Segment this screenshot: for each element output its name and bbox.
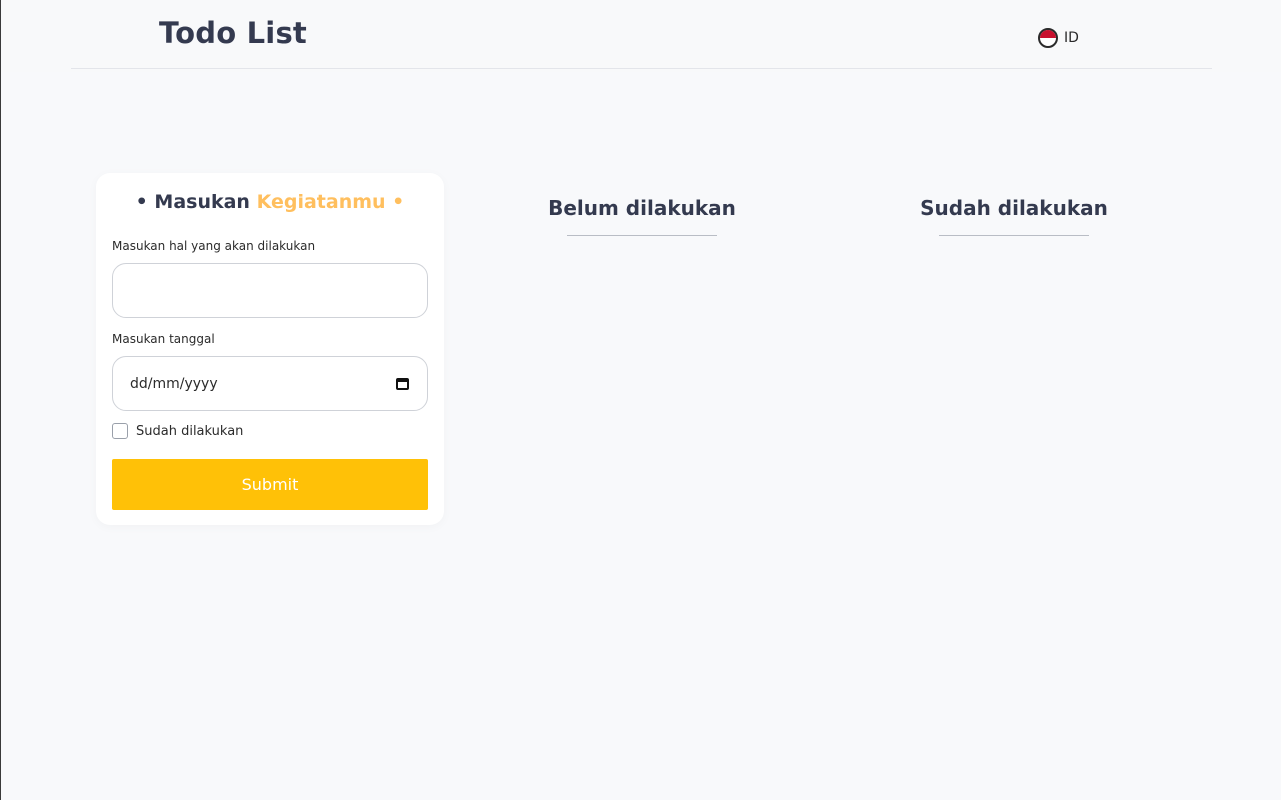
form-title-accent: Kegiatanmu • [256, 191, 405, 213]
done-column: Sudah dilakukan [894, 196, 1134, 236]
date-field-label: Masukan tanggal [112, 332, 215, 346]
submit-button[interactable]: Submit [112, 459, 428, 510]
date-input[interactable]: dd/mm/yyyy [112, 356, 428, 411]
todo-column-title: Belum dilakukan [548, 196, 736, 220]
indonesia-flag-icon [1038, 28, 1058, 48]
top-navbar: Todo List ID [1, 0, 1281, 72]
task-input[interactable] [112, 263, 428, 318]
done-column-title: Sudah dilakukan [920, 196, 1108, 220]
done-column-underline [939, 235, 1089, 236]
app-title: Todo List [159, 16, 307, 50]
todo-column: Belum dilakukan [522, 196, 762, 236]
calendar-icon[interactable] [396, 377, 409, 390]
todo-column-underline [567, 235, 717, 236]
language-switcher[interactable]: ID [1038, 28, 1079, 48]
done-checkbox[interactable] [112, 423, 128, 439]
language-code: ID [1064, 30, 1079, 46]
header-divider [71, 68, 1212, 69]
form-title-prefix: • Masukan [135, 191, 250, 213]
form-title: • Masukan Kegiatanmu • [96, 191, 444, 213]
task-field-label: Masukan hal yang akan dilakukan [112, 239, 316, 253]
date-placeholder: dd/mm/yyyy [130, 375, 218, 392]
done-checkbox-label[interactable]: Sudah dilakukan [136, 424, 243, 439]
add-task-card: • Masukan Kegiatanmu • Masukan hal yang … [96, 173, 444, 525]
done-checkbox-row[interactable]: Sudah dilakukan [112, 423, 243, 439]
